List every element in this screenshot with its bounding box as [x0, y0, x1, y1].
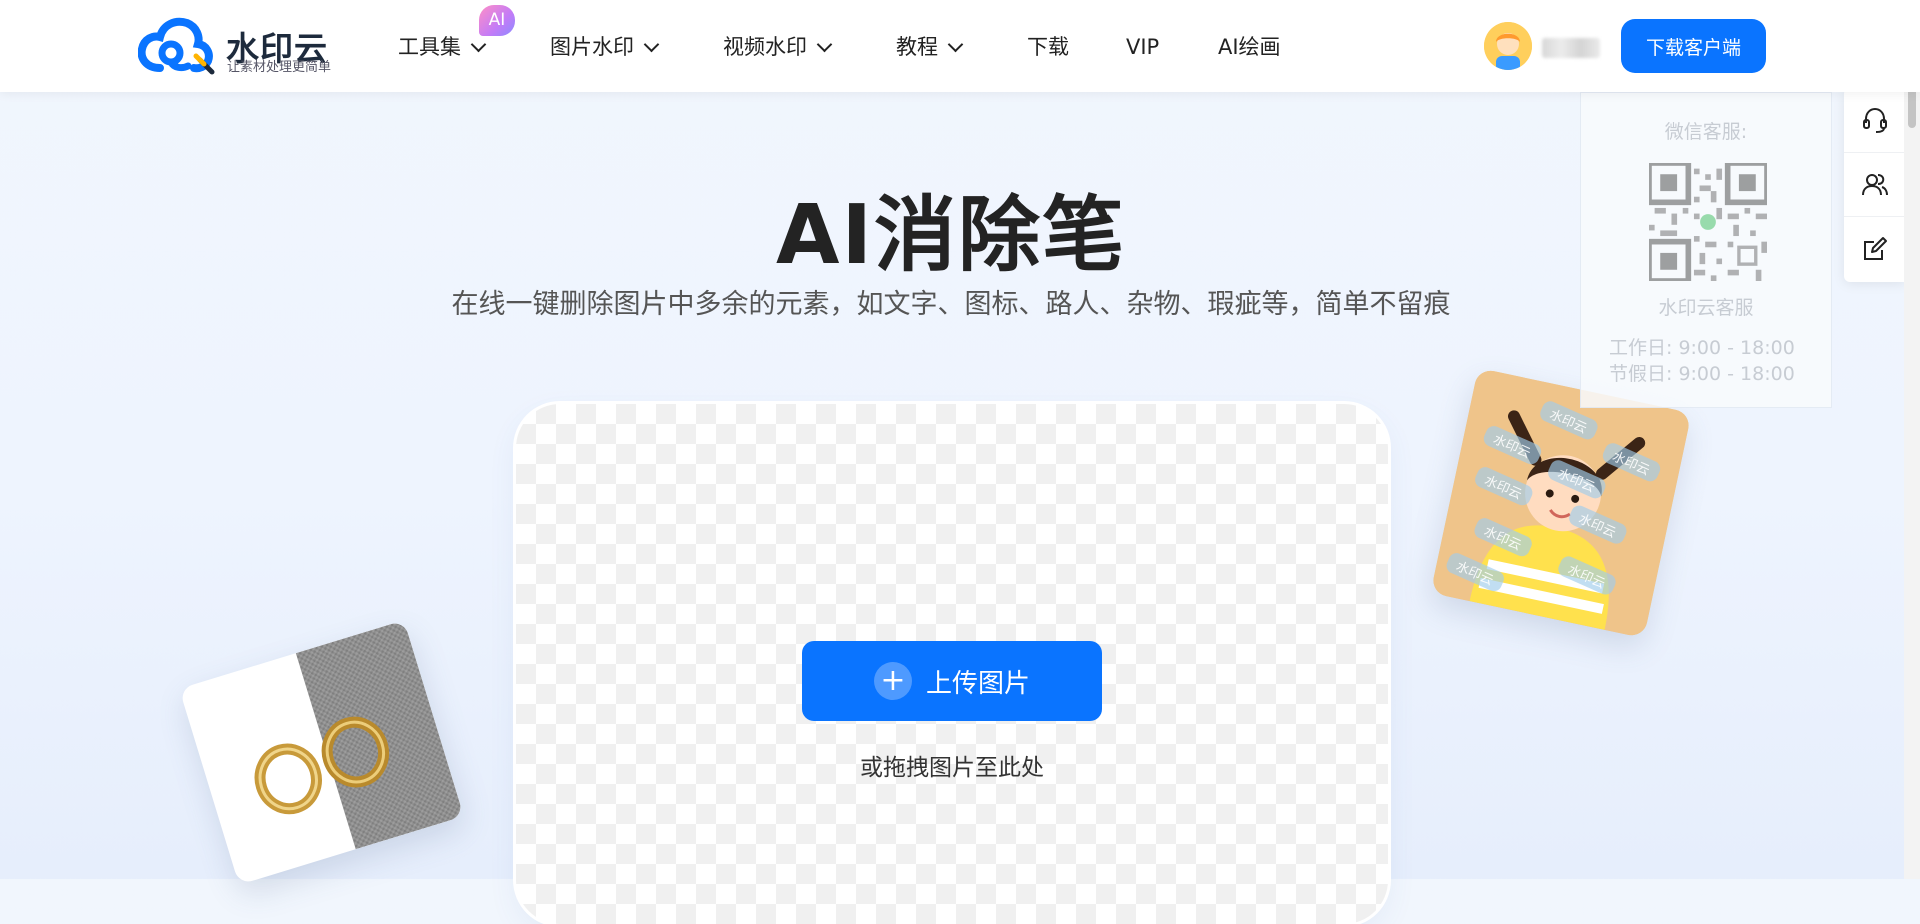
nav-image-watermark-label: 图片水印 — [550, 35, 634, 59]
sample-image-watermarked: 水印云 水印云 水印云 水印云 水印云 水印云 水印云 水印云 水印云 — [1430, 367, 1692, 639]
nav-download[interactable]: 下载 — [1027, 30, 1069, 64]
chevron-down-icon — [643, 36, 660, 53]
users-icon — [1862, 174, 1888, 196]
customer-service-button[interactable] — [1844, 88, 1906, 152]
ai-badge: AI — [479, 5, 515, 36]
service-title: 微信客服: — [1664, 121, 1748, 143]
nav-image-watermark[interactable]: 图片水印 — [550, 30, 660, 64]
top-header: 水印云 让素材处理更简单 AI 工具集 图片水印 视频水印 教程 下载 VIP … — [0, 0, 1920, 92]
chevron-down-icon — [470, 36, 487, 53]
chevron-down-icon — [947, 36, 964, 53]
earrings-icon — [254, 716, 390, 815]
service-holiday-hours: 节假日: 9:00 - 18:00 — [1609, 363, 1795, 385]
drag-hint: 或拖拽图片至此处 — [860, 755, 1044, 781]
headset-icon — [1863, 107, 1887, 133]
chevron-down-icon — [816, 36, 833, 53]
nav-ai-painting[interactable]: AI绘画 — [1218, 30, 1281, 64]
community-button[interactable] — [1844, 152, 1906, 217]
service-name: 水印云客服 — [1658, 297, 1754, 319]
edit-icon — [1864, 237, 1887, 260]
nav-tutorial-label: 教程 — [896, 35, 938, 59]
nav-tools[interactable]: 工具集 — [398, 30, 487, 64]
avatar-cartoon-icon — [1484, 22, 1532, 70]
sample-image-earrings — [179, 620, 464, 885]
download-client-button[interactable]: 下载客户端 — [1621, 19, 1766, 73]
cloud-logo-icon — [138, 17, 215, 75]
side-toolbar — [1844, 88, 1906, 282]
customer-service-popup: 微信客服: 水印云客服 工作日: 9:00 - 18:00 节假日: 9:00 … — [1580, 92, 1832, 408]
plus-icon: + — [873, 662, 912, 700]
qr-code-icon — [1649, 163, 1767, 281]
nav-video-watermark[interactable]: 视频水印 — [723, 30, 833, 64]
user-avatar[interactable] — [1484, 22, 1532, 70]
nav-video-watermark-label: 视频水印 — [723, 35, 807, 59]
nav-tools-label: 工具集 — [398, 35, 461, 59]
upload-image-label: 上传图片 — [925, 668, 1030, 699]
service-workday-hours: 工作日: 9:00 - 18:00 — [1609, 337, 1795, 359]
logo-slogan: 让素材处理更简单 — [227, 60, 332, 75]
site-logo[interactable]: 水印云 让素材处理更简单 — [138, 16, 338, 76]
nav-vip[interactable]: VIP — [1126, 30, 1159, 64]
upload-image-button[interactable]: + 上传图片 — [802, 641, 1102, 721]
scrollbar-track[interactable] — [1904, 0, 1920, 879]
feedback-button[interactable] — [1844, 216, 1906, 281]
nav-tutorial[interactable]: 教程 — [896, 30, 964, 64]
username-blurred — [1542, 38, 1600, 58]
